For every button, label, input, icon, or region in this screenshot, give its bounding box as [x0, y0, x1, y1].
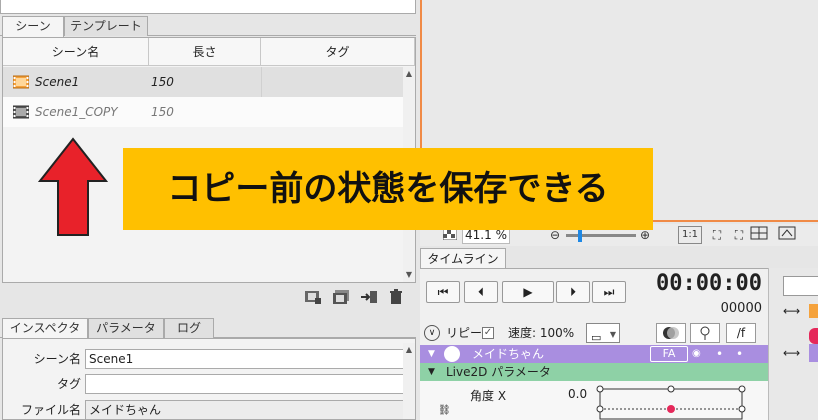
track-row[interactable]: ▼ メイドちゃん FA ◉ • • — [420, 345, 768, 363]
avatar — [444, 346, 460, 362]
scene-length-cell: 150 — [151, 75, 174, 89]
keyframe-marker — [809, 304, 818, 318]
step-back-button[interactable]: ⏴ — [464, 281, 498, 303]
film-icon — [12, 97, 33, 127]
film-icon — [12, 67, 33, 97]
parameter-group-row[interactable]: ▼ Live2D パラメータ — [420, 363, 768, 381]
marker-button[interactable] — [690, 323, 720, 343]
annotation-callout: コピー前の状態を保存できる — [123, 148, 653, 230]
timecode-display: 00:00:00 — [656, 271, 762, 296]
file-name-label: ファイル名 — [20, 403, 81, 417]
track-name: メイドちゃん — [472, 347, 545, 361]
fps-button[interactable]: /f — [726, 323, 756, 343]
red-up-arrow — [38, 137, 108, 236]
fullscreen-icon[interactable]: ⛶ — [730, 226, 748, 244]
skip-start-button[interactable]: ⏮ — [426, 281, 460, 303]
record-marker — [809, 328, 818, 344]
trash-icon[interactable] — [388, 289, 408, 309]
scroll-up-icon[interactable]: ▲ — [404, 345, 414, 355]
scene-name-cell: Scene1_COPY — [35, 105, 118, 119]
column-header-length[interactable]: 長さ — [149, 38, 261, 66]
film-copy-icon[interactable] — [332, 289, 352, 309]
parameter-row[interactable]: 角度 X 0.0 ⛓ — [420, 381, 768, 420]
chevron-down-icon[interactable]: ∨ — [424, 325, 440, 341]
parameter-group-name: Live2D パラメータ — [446, 365, 551, 379]
scene-name-cell: Scene1 — [35, 75, 80, 89]
speed-label[interactable]: 速度: 100% — [508, 321, 574, 345]
tab-parameters[interactable]: パラメータ — [88, 318, 164, 338]
play-button[interactable]: ▶ — [502, 281, 554, 303]
track-color-marker — [809, 344, 818, 362]
tag-label: タグ — [56, 377, 81, 391]
step-forward-button[interactable]: ⏵ — [556, 281, 590, 303]
scene-length-cell: 150 — [151, 105, 174, 119]
scene-name-label: シーン名 — [33, 352, 81, 366]
table-row[interactable]: Scene1 150 — [3, 67, 403, 97]
resize-horizontal-icon[interactable]: ⟷ — [783, 304, 800, 318]
table-row[interactable]: Scene1_COPY 150 — [3, 97, 403, 127]
inspector-scrollbar[interactable]: ▲ — [403, 343, 415, 419]
fit-icon[interactable]: ⛶ — [708, 226, 726, 244]
annotation-text: コピー前の状態を保存できる — [167, 169, 609, 209]
zoom-slider[interactable] — [566, 234, 636, 237]
actual-size-button[interactable]: 1:1 — [678, 226, 702, 244]
tag-field[interactable] — [85, 374, 405, 394]
scene-name-field[interactable]: Scene1 — [85, 349, 405, 369]
fa-badge[interactable]: FA — [650, 346, 688, 362]
column-divider — [261, 67, 262, 97]
scene-toolbar — [300, 289, 416, 309]
side-tool-button[interactable] — [783, 276, 818, 296]
timeline-panel: ⏮ ⏴ ▶ ⏵ ⏭ 00:00:00 00000 ∨ リピート ✓ 速度: 10… — [420, 268, 768, 420]
parameter-name: 角度 X — [470, 389, 507, 403]
eye-icon[interactable]: ◉ — [692, 345, 701, 363]
grid-icon[interactable] — [748, 226, 770, 245]
column-header-scene-name[interactable]: シーン名 — [3, 38, 149, 66]
onion-skin-button[interactable] — [656, 323, 686, 343]
column-header-tag[interactable]: タグ — [261, 38, 415, 66]
timeline-options: ∨ リピート ✓ 速度: 100% ▭ ▼ /f — [420, 321, 768, 345]
app-window: シーン テンプレート シーン名 長さ タグ Scene1 150 Scene1_… — [0, 0, 818, 420]
speed-dropdown[interactable]: ▭ ▼ — [586, 323, 620, 344]
parameter-curve[interactable] — [596, 385, 746, 420]
parameter-value[interactable]: 0.0 — [568, 387, 587, 401]
file-name-field[interactable]: メイドちゃん — [85, 400, 405, 420]
scene-tabs: シーン テンプレート — [0, 16, 416, 37]
import-icon[interactable] — [360, 289, 380, 309]
resize-horizontal-icon[interactable]: ⟷ — [783, 346, 800, 360]
dot-icon[interactable]: • — [716, 345, 723, 363]
collapse-icon[interactable]: ▼ — [428, 345, 435, 363]
tab-log[interactable]: ログ — [164, 318, 214, 338]
zoom-slider-thumb[interactable] — [578, 228, 582, 242]
collapse-icon[interactable]: ▼ — [428, 363, 435, 381]
skip-end-button[interactable]: ⏭ — [592, 281, 626, 303]
flip-icon[interactable] — [776, 226, 798, 245]
top-panel-strip — [0, 0, 416, 14]
inspector-panel: シーン名 Scene1 タグ ファイル名 メイドちゃん ▲ — [2, 338, 416, 420]
tab-inspector[interactable]: インスペクタ — [2, 318, 88, 339]
chevron-down-icon: ▼ — [609, 330, 616, 339]
tab-timeline[interactable]: タイムライン — [420, 248, 506, 268]
repeat-checkbox[interactable]: ✓ — [482, 327, 494, 339]
tab-template[interactable]: テンプレート — [64, 16, 148, 36]
frame-counter: 00000 — [720, 301, 762, 316]
scroll-down-icon[interactable]: ▼ — [404, 270, 414, 280]
timeline-side-panel: ⟷ ⟷ — [768, 268, 818, 420]
film-add-icon[interactable] — [304, 289, 324, 309]
inspector-tabs: インスペクタ パラメータ ログ — [0, 318, 416, 339]
scroll-up-icon[interactable]: ▲ — [404, 69, 414, 79]
tab-scene[interactable]: シーン — [2, 16, 64, 37]
link-icon[interactable]: ⛓ — [438, 405, 451, 416]
dot-icon[interactable]: • — [736, 345, 743, 363]
